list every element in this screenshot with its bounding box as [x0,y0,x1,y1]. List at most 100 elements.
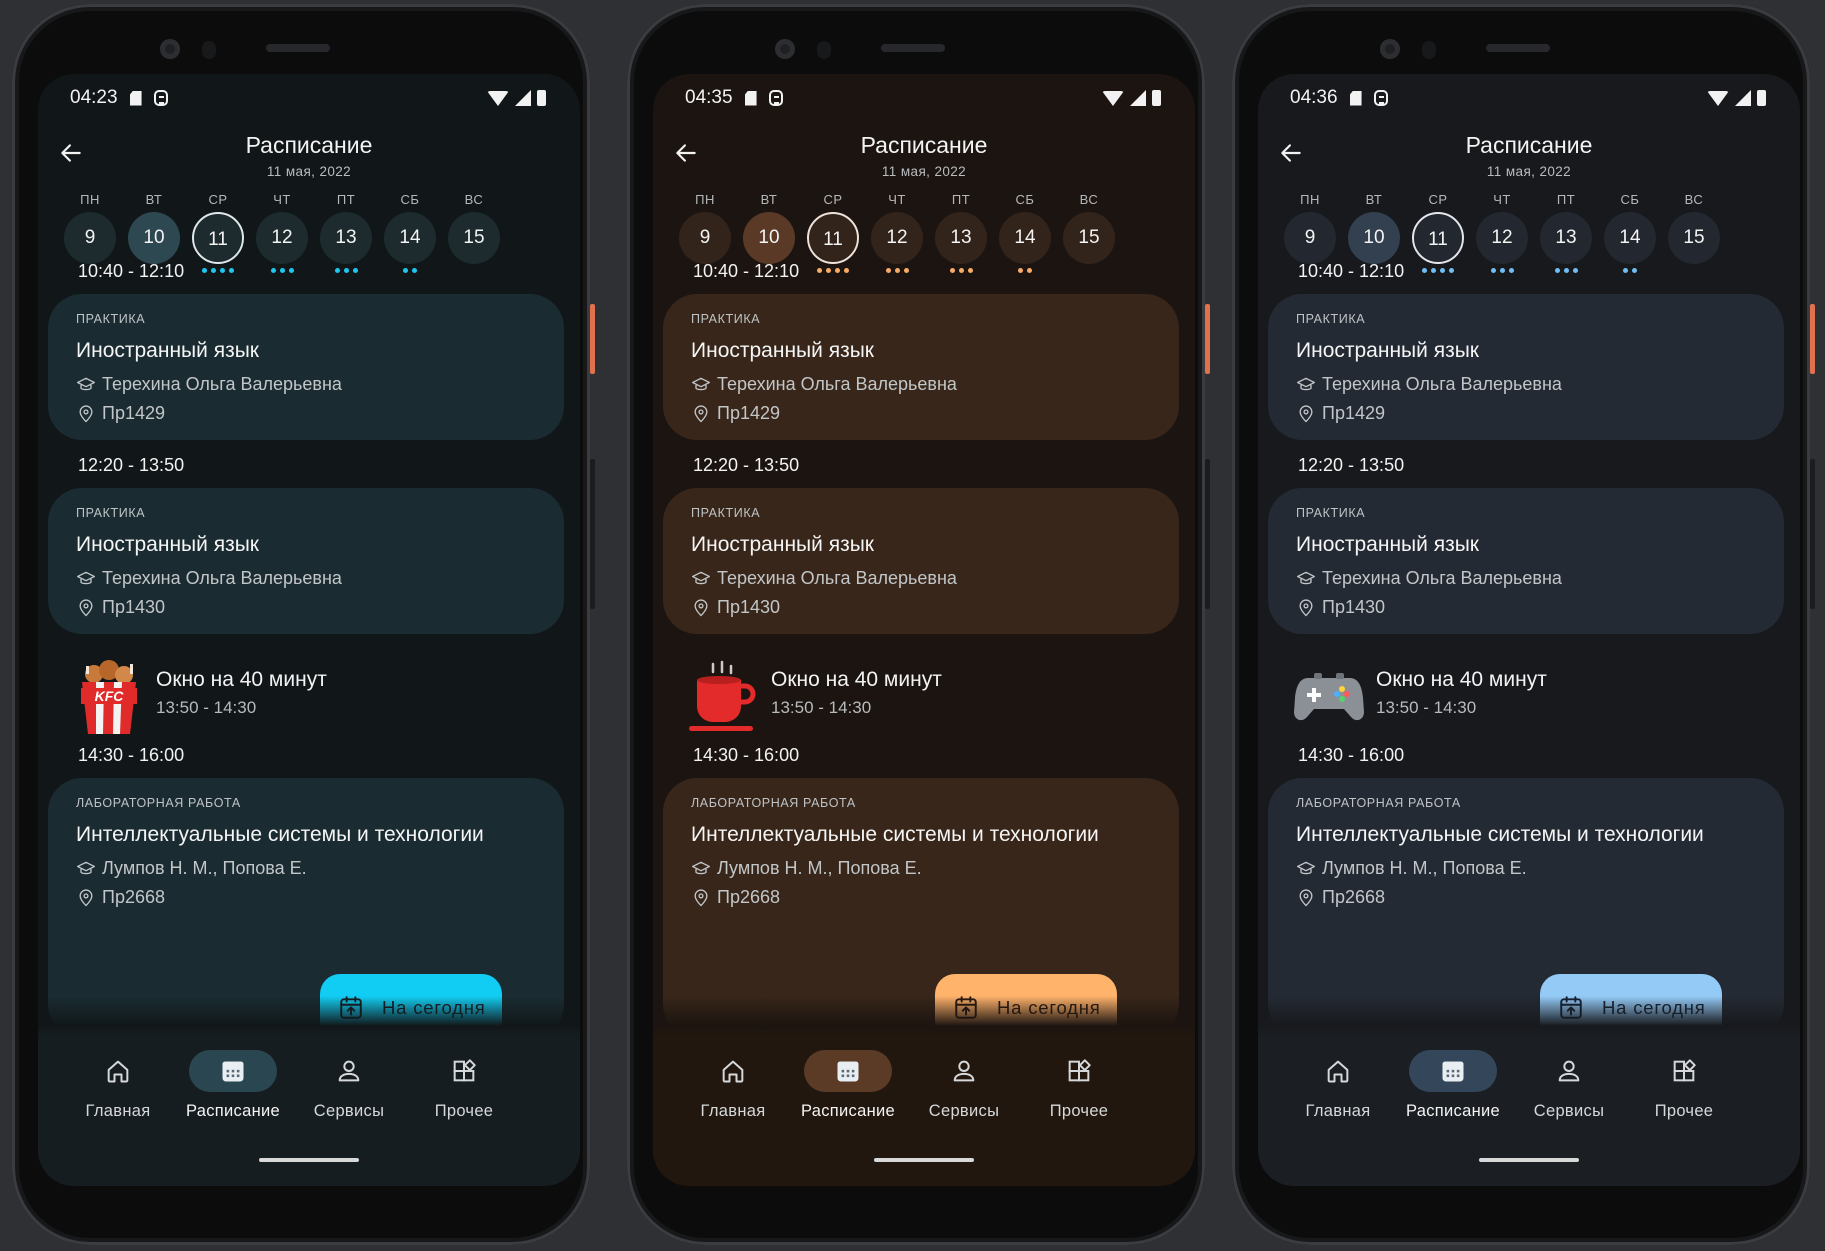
event-dot [1554,268,1560,273]
nav-calendar[interactable]: Расписание [1393,1050,1513,1121]
lesson-card[interactable]: ПРАКТИКА Иностранный язык Терехина Ольга… [1268,294,1784,440]
person-icon [950,1057,978,1085]
day-11[interactable]: СР 11 [192,192,244,282]
page-date: 11 мая, 2022 [1486,164,1572,179]
day-12[interactable]: ЧТ 12 [256,192,308,282]
lesson-room: Пр1430 [1322,597,1385,617]
phone-teal: 04:23 Расписание 11 мая, 2022 ПН 9 ВТ 10 [12,4,595,1245]
lesson-room: Пр1429 [1322,403,1385,423]
sd-card-icon [744,90,757,106]
gesture-home-bar[interactable] [259,1158,359,1162]
day-15[interactable]: ВС 15 [1668,192,1720,282]
event-dot [1449,268,1454,273]
nav-person[interactable]: Сервисы [904,1050,1024,1121]
lesson-time: 10:40 - 12:10 [1298,261,1405,281]
nav-calendar[interactable]: Расписание [173,1050,293,1121]
location-pin-icon [1296,598,1316,618]
day-number: 15 [448,212,500,264]
day-15[interactable]: ВС 15 [1063,192,1115,282]
wifi-icon [487,90,509,106]
battery-icon [1152,90,1161,106]
nav-home[interactable]: Главная [1278,1050,1398,1121]
status-time: 04:35 [685,87,733,108]
lesson-type: ЛАБОРАТОРНАЯ РАБОТА [76,796,241,810]
location-pin-icon [76,598,96,618]
gesture-home-bar[interactable] [874,1158,974,1162]
day-12[interactable]: ЧТ 12 [871,192,923,282]
break-time: 13:50 - 14:30 [1376,698,1477,717]
lesson-teacher: Терехина Ольга Валерьевна [1322,374,1562,394]
nav-person[interactable]: Сервисы [289,1050,409,1121]
status-time: 04:36 [1290,87,1338,108]
front-camera [775,39,795,59]
nav-home[interactable]: Главная [673,1050,793,1121]
event-dots [1412,268,1464,282]
lesson-teacher: Лумпов Н. М., Попова Е. [102,858,307,878]
earpiece-speaker [266,44,330,52]
event-dots [1540,268,1592,282]
day-13[interactable]: ПТ 13 [320,192,372,282]
lesson-card[interactable]: ПРАКТИКА Иностранный язык Терехина Ольга… [48,294,564,440]
nav-widgets[interactable]: Прочее [1624,1050,1744,1121]
weekday-label: ВС [1684,192,1704,207]
day-11[interactable]: СР 11 [1412,192,1464,282]
event-dot [1499,268,1505,273]
lesson-card[interactable]: ПРАКТИКА Иностранный язык Терехина Ольга… [663,294,1179,440]
nav-label: Расписание [186,1102,280,1120]
weekday-label: ПН [1300,192,1320,207]
page-date: 11 мая, 2022 [881,164,967,179]
lesson-card[interactable]: ПРАКТИКА Иностранный язык Терехина Ольга… [48,488,564,634]
day-14[interactable]: СБ 14 [1604,192,1656,282]
app-screen: 04:35 Расписание 11 мая, 2022 ПН 9 ВТ 10 [653,74,1195,1186]
volume-button [1810,459,1815,609]
day-number: 9 [64,212,116,264]
weekday-label: СР [823,192,843,207]
break-title: Окно на 40 минут [1376,668,1547,691]
nav-widgets[interactable]: Прочее [404,1050,524,1121]
weekday-label: ЧТ [273,192,291,207]
day-number: 14 [384,212,436,264]
break-item: KFC Окно на 40 минут 13:50 - 14:30 [74,660,544,740]
nav-widgets[interactable]: Прочее [1019,1050,1139,1121]
day-14[interactable]: СБ 14 [384,192,436,282]
nav-label: Главная [700,1102,766,1120]
gesture-home-bar[interactable] [1479,1158,1579,1162]
bottom-navigation: Главная Расписание Сервисы Прочее [653,996,1195,1186]
proximity-sensor [1422,41,1436,59]
day-14[interactable]: СБ 14 [999,192,1051,282]
lesson-card[interactable]: ПРАКТИКА Иностранный язык Терехина Ольга… [663,488,1179,634]
status-bar: 04:36 [1290,82,1766,114]
nav-label: Прочее [1654,1102,1714,1120]
break-item: Окно на 40 минут 13:50 - 14:30 [689,660,1159,740]
teacher-cap-icon [691,859,711,879]
weekday-label: ПН [80,192,100,207]
lesson-card[interactable]: ПРАКТИКА Иностранный язык Терехина Ольга… [1268,488,1784,634]
lesson-name: Иностранный язык [691,339,874,362]
nav-person[interactable]: Сервисы [1509,1050,1629,1121]
weekday-label: ПН [695,192,715,207]
home-icon [104,1057,132,1085]
day-15[interactable]: ВС 15 [448,192,500,282]
weekday-label: ВС [464,192,484,207]
event-dot [903,268,909,273]
event-dot [270,268,276,273]
day-13[interactable]: ПТ 13 [935,192,987,282]
day-12[interactable]: ЧТ 12 [1476,192,1528,282]
nav-calendar[interactable]: Расписание [788,1050,908,1121]
lesson-time: 14:30 - 16:00 [78,745,185,765]
day-13[interactable]: ПТ 13 [1540,192,1592,282]
event-dot [1572,268,1578,273]
event-dots [192,268,244,282]
weekday-label: ВТ [760,192,778,207]
weekday-label: СР [208,192,228,207]
day-number: 13 [935,212,987,264]
gamepad-icon [1294,660,1364,736]
calendar-icon [1439,1057,1467,1085]
lesson-teacher: Лумпов Н. М., Попова Е. [717,858,922,878]
day-11[interactable]: СР 11 [807,192,859,282]
nav-home[interactable]: Главная [58,1050,178,1121]
sd-card-icon [1349,90,1362,106]
lesson-name: Интеллектуальные системы и технологии [76,823,484,846]
day-number: 10 [128,212,180,264]
lesson-teacher: Терехина Ольга Валерьевна [717,568,957,588]
